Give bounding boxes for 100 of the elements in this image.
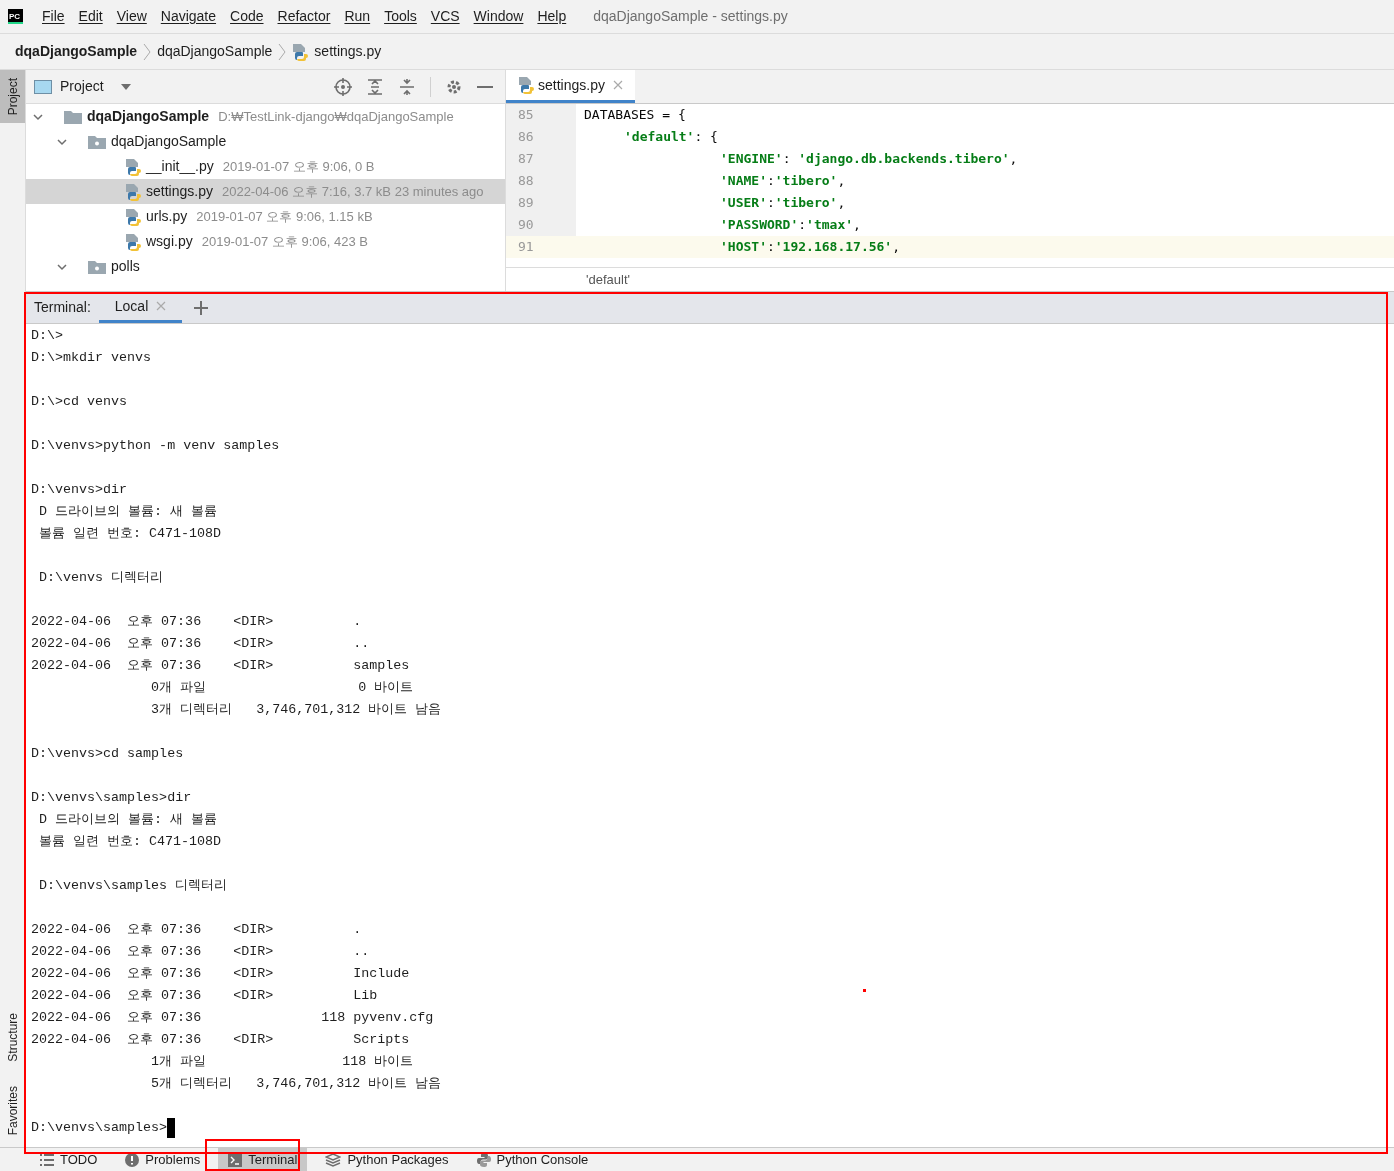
tree-row[interactable]: __init__.py 2019-01-07 오후 9:06, 0 B xyxy=(26,154,505,179)
folder-icon xyxy=(64,109,82,124)
terminal-label: Terminal: xyxy=(33,298,92,317)
code-line: 'PASSWORD':'tmax', xyxy=(719,216,861,235)
terminal-line: 1개 파일 118 바이트 xyxy=(150,1053,414,1071)
tree-row[interactable]: polls xyxy=(26,254,505,279)
python-icon xyxy=(476,1152,491,1167)
terminal-line: D:\venvs 디렉터리 xyxy=(38,569,164,587)
crosshair-icon xyxy=(334,77,352,96)
add-icon xyxy=(194,300,209,315)
python-file-icon xyxy=(125,207,141,226)
tool-window-tab[interactable]: TODO xyxy=(30,1148,108,1171)
terminal-line: 볼륨 일련 번호: C471-108D xyxy=(38,525,222,543)
code-line: 'default': { xyxy=(623,128,718,147)
terminal-line: D:\venvs\samples> xyxy=(31,1119,168,1137)
menu-item[interactable]: Refactor xyxy=(270,6,338,27)
text-cursor xyxy=(167,1118,176,1138)
app-logo: PC xyxy=(8,9,23,24)
menu-item[interactable]: VCS xyxy=(423,6,467,27)
terminal-line: D 드라이브의 볼륨: 새 볼륨 xyxy=(38,811,218,829)
terminal-line: D 드라이브의 볼륨: 새 볼륨 xyxy=(38,503,218,521)
menu-item[interactable]: View xyxy=(109,6,154,27)
code-line: DATABASES = { xyxy=(583,106,686,125)
terminal-line: 2022-04-06 오후 07:36 <DIR> . xyxy=(31,921,362,939)
terminal-line: D:\>mkdir venvs xyxy=(31,349,152,367)
terminal-line: 0개 파일 0 바이트 xyxy=(150,679,414,697)
code-line: 'HOST':'192.168.17.56', xyxy=(719,238,901,257)
terminal-line: 2022-04-06 오후 07:36 <DIR> Lib xyxy=(31,987,378,1005)
menu-item[interactable]: Help xyxy=(530,6,574,27)
python-file-icon xyxy=(125,157,141,176)
breadcrumb-item[interactable]: settings.py xyxy=(314,41,382,62)
terminal-line: 2022-04-06 오후 07:36 <DIR> . xyxy=(31,613,362,631)
terminal-line: D:\> xyxy=(31,327,64,345)
line-number: 85 xyxy=(506,104,576,126)
panel-icon xyxy=(34,79,52,94)
chevron-separator-icon xyxy=(143,42,152,61)
menu-item[interactable]: Run xyxy=(337,6,378,27)
line-number: 88 xyxy=(506,170,576,192)
menu-item[interactable]: Tools xyxy=(377,6,424,27)
python-file-icon xyxy=(518,76,534,94)
package-folder-icon xyxy=(88,259,106,274)
session-tab[interactable]: Local xyxy=(98,292,183,323)
breadcrumb-item[interactable]: dqaDjangoSample xyxy=(15,41,138,62)
menu-item[interactable]: Window xyxy=(466,6,531,27)
editor-tab[interactable]: settings.py xyxy=(506,70,635,103)
collapse-all-icon xyxy=(398,77,416,96)
tree-row[interactable]: settings.py 2022-04-06 오후 7:16, 3.7 kB 23 minutes ago xyxy=(26,179,505,204)
tool-window-tab[interactable]: Python Console xyxy=(466,1148,599,1171)
window-title: dqaDjangoSample - settings.py xyxy=(593,7,788,26)
package-folder-icon xyxy=(88,134,106,149)
line-number: 87 xyxy=(506,148,576,170)
tree-row[interactable]: urls.py 2019-01-07 오후 9:06, 1.15 kB xyxy=(26,204,505,229)
terminal-line: 2022-04-06 오후 07:36 <DIR> .. xyxy=(31,635,370,653)
terminal-line: 2022-04-06 오후 07:36 118 pyvenv.cfg xyxy=(31,1009,434,1027)
chevron-separator-icon xyxy=(278,42,287,61)
terminal-line: 3개 디렉터리 3,746,701,312 바이트 남음 xyxy=(150,701,442,719)
terminal-line: D:\>cd venvs xyxy=(31,393,128,411)
terminal-line: D:\venvs>python -m venv samples xyxy=(31,437,280,455)
file-meta: D:₩TestLink-django₩dqaDjangoSample xyxy=(218,107,454,126)
python-file-icon xyxy=(292,42,309,61)
tree-row[interactable]: dqaDjangoSample xyxy=(26,129,505,154)
tool-window-tab[interactable]: Problems xyxy=(115,1148,211,1171)
terminal-line: 볼륨 일련 번호: C471-108D xyxy=(38,833,222,851)
tool-window-button[interactable]: Favorites xyxy=(0,1081,25,1139)
terminal-line: D:\venvs>cd samples xyxy=(31,745,184,763)
code-line: 'ENGINE': 'django.db.backends.tibero', xyxy=(719,150,1018,169)
list-icon xyxy=(40,1153,54,1166)
python-file-icon xyxy=(125,182,141,201)
breadcrumb-item[interactable]: dqaDjangoSample xyxy=(157,41,273,62)
line-number: 90 xyxy=(506,214,576,236)
close-icon xyxy=(156,301,167,311)
tool-window-button[interactable]: Structure xyxy=(0,1008,25,1066)
file-meta: 2019-01-07 오후 9:06, 423 B xyxy=(201,232,368,251)
file-meta: 2019-01-07 오후 9:06, 0 B xyxy=(222,157,375,176)
tree-row[interactable]: wsgi.py 2019-01-07 오후 9:06, 423 B xyxy=(26,229,505,254)
terminal-line: D:\venvs\samples>dir xyxy=(31,789,192,807)
exclamation-icon xyxy=(125,1152,140,1167)
terminal-line: 2022-04-06 오후 07:36 <DIR> .. xyxy=(31,943,370,961)
menu-item[interactable]: Navigate xyxy=(153,6,224,27)
line-number: 89 xyxy=(506,192,576,214)
dropdown-icon xyxy=(119,82,132,91)
expand-all-icon xyxy=(366,77,384,96)
menu-item[interactable]: Edit xyxy=(71,6,110,27)
terminal-line: D:\venvs\samples 디렉터리 xyxy=(38,877,228,895)
code-line: 'NAME':'tibero', xyxy=(719,172,846,191)
menu-item[interactable]: Code xyxy=(223,6,271,27)
terminal-line: 2022-04-06 오후 07:36 <DIR> Include xyxy=(31,965,410,983)
menu-item[interactable]: File xyxy=(35,6,72,27)
tool-window-button[interactable]: Project xyxy=(0,70,25,124)
tree-row[interactable]: dqaDjangoSample D:₩TestLink-django₩dqaDjangoSample xyxy=(26,104,505,129)
tool-window-tab[interactable]: Python Packages xyxy=(315,1148,459,1171)
python-file-icon xyxy=(125,232,141,251)
file-meta: 2022-04-06 오후 7:16, 3.7 kB 23 minutes ago xyxy=(221,182,484,201)
code-breadcrumb[interactable]: 'default' xyxy=(586,269,630,290)
terminal-line: 5개 디렉터리 3,746,701,312 바이트 남음 xyxy=(150,1075,442,1093)
panel-title[interactable]: Project xyxy=(60,76,104,97)
file-meta: 2019-01-07 오후 9:06, 1.15 kB xyxy=(196,207,373,226)
line-number: 86 xyxy=(506,126,576,148)
close-icon xyxy=(612,80,623,90)
terminal-line: 2022-04-06 오후 07:36 <DIR> samples xyxy=(31,657,410,675)
